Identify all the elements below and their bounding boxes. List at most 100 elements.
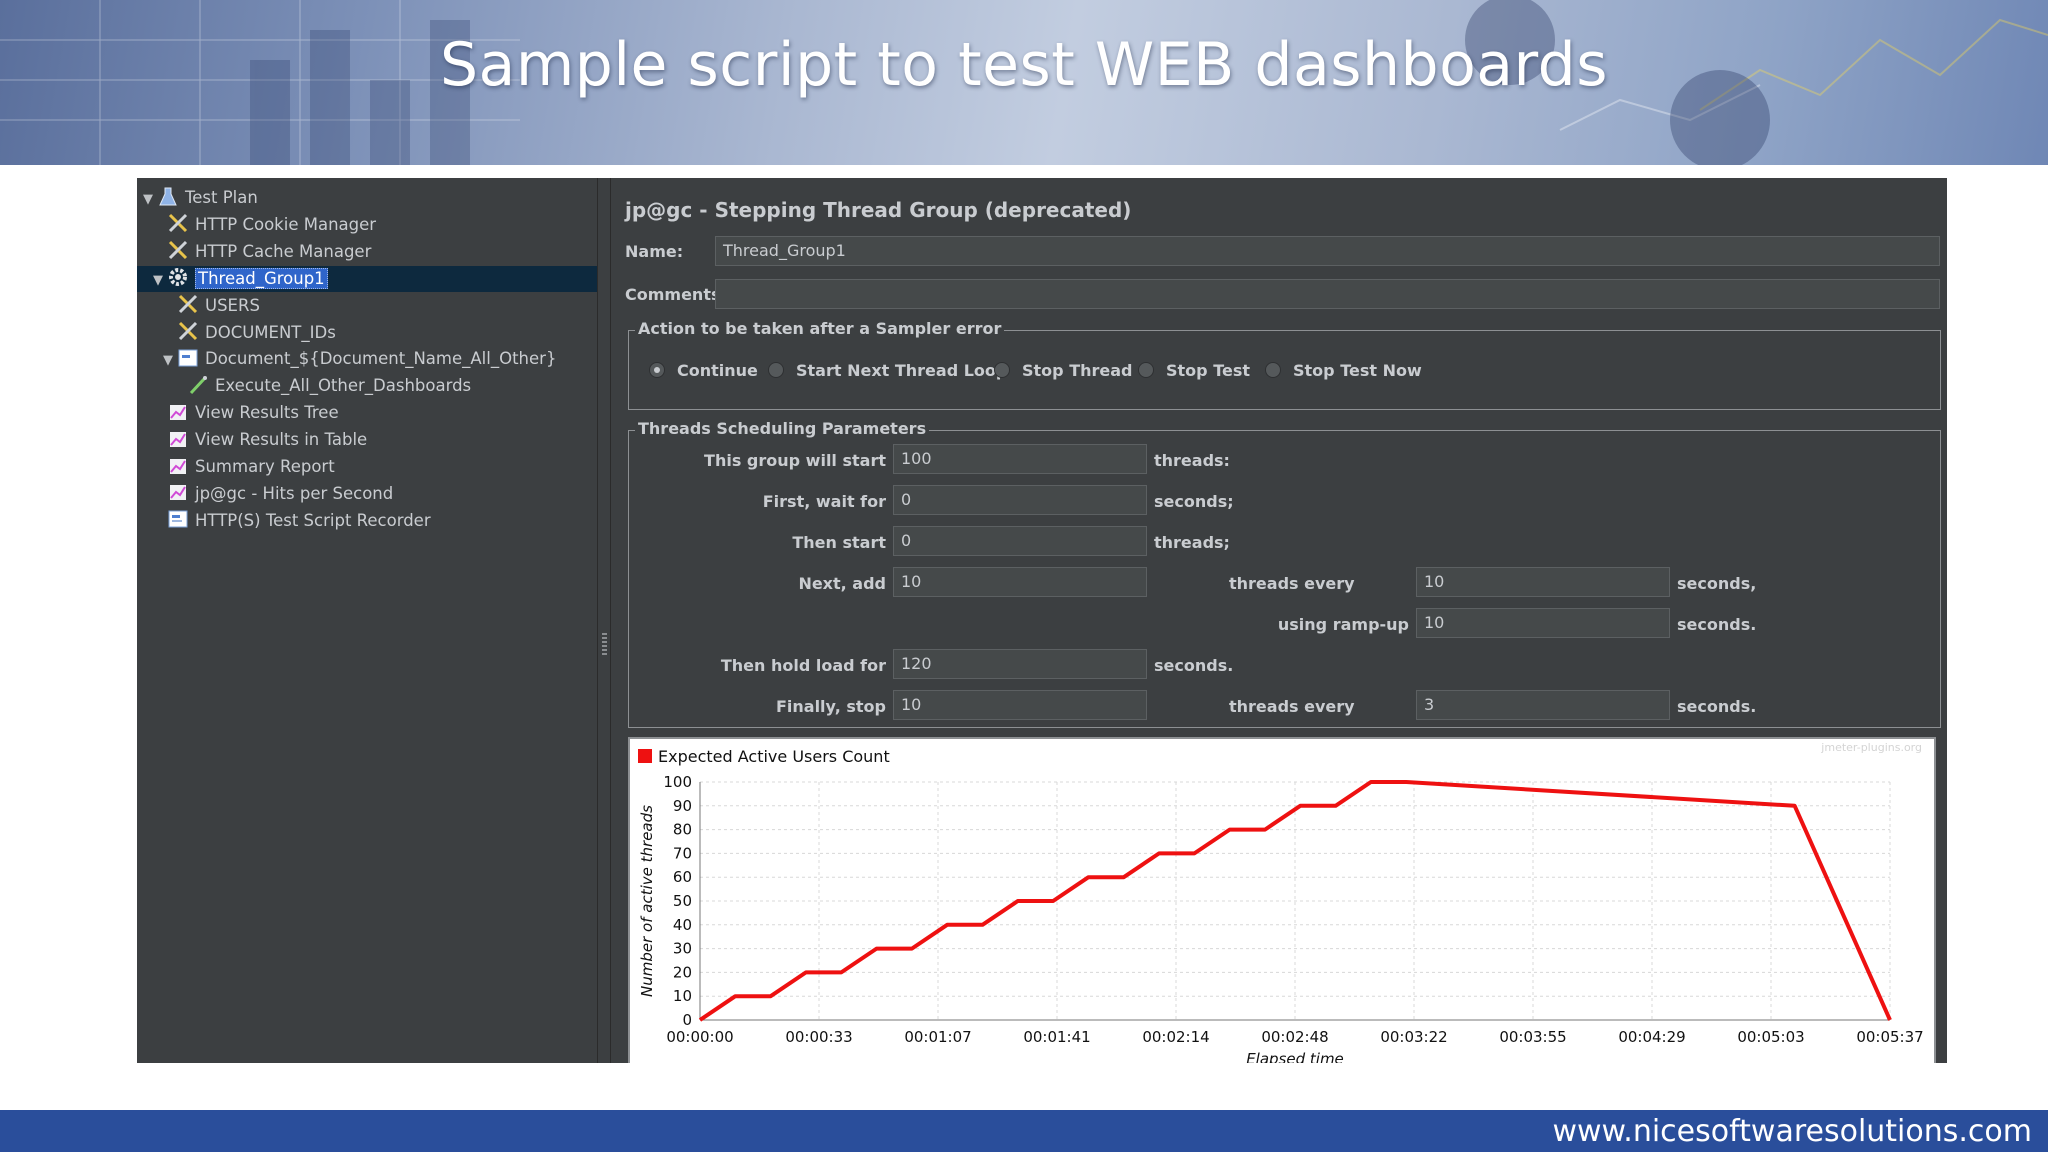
start-threads-field[interactable]: 100 bbox=[893, 444, 1147, 474]
x-tick-label: 00:02:48 bbox=[1261, 1028, 1328, 1046]
radio-dot[interactable] bbox=[768, 361, 784, 378]
hold-label: Then hold load for bbox=[720, 656, 886, 675]
tree-node-1[interactable]: HTTP Cookie Manager bbox=[137, 212, 597, 238]
x-tick-label: 00:01:41 bbox=[1023, 1028, 1090, 1046]
tree-node-3[interactable]: ▼ Thread_Group1 bbox=[137, 265, 597, 294]
scheduling-params-group-title: Threads Scheduling Parameters bbox=[635, 419, 930, 438]
radio-label: Start Next Thread Loop bbox=[796, 361, 1008, 380]
x-tick-label: 00:03:22 bbox=[1380, 1028, 1447, 1046]
tree-node-6[interactable]: ▼ Document_${Document_Name_All_Other} bbox=[137, 346, 597, 372]
tree-node-9[interactable]: View Results in Table bbox=[137, 427, 597, 453]
tree-node-label: Test Plan bbox=[185, 188, 258, 207]
pipette-icon bbox=[187, 374, 211, 396]
expand-arrow-icon[interactable]: ▼ bbox=[143, 187, 157, 213]
tree-node-0[interactable]: ▼ Test Plan bbox=[137, 185, 597, 211]
y-tick-label: 0 bbox=[682, 1011, 692, 1029]
tree-node-2[interactable]: HTTP Cache Manager bbox=[137, 239, 597, 265]
then-start-label: Then start bbox=[792, 533, 886, 552]
finally-stop-label: Finally, stop bbox=[775, 697, 886, 716]
finally-stop-field[interactable]: 10 bbox=[893, 690, 1147, 720]
controller-icon bbox=[177, 347, 201, 369]
radio-label: Stop Test Now bbox=[1293, 361, 1422, 380]
split-pane-divider[interactable] bbox=[597, 178, 611, 1063]
radio-label: Stop Thread bbox=[1022, 361, 1133, 380]
radio-dot[interactable] bbox=[994, 361, 1010, 378]
radio-stop-test[interactable]: Stop Test bbox=[1138, 359, 1250, 383]
x-tick-label: 00:04:29 bbox=[1618, 1028, 1685, 1046]
next-add-field[interactable]: 10 bbox=[893, 567, 1147, 597]
tree-node-4[interactable]: USERS bbox=[137, 293, 597, 319]
finally-stop-unit: seconds. bbox=[1677, 697, 1757, 716]
tree-node-label: Execute_All_Other_Dashboards bbox=[215, 376, 472, 396]
tree-node-10[interactable]: Summary Report bbox=[137, 454, 597, 480]
tools-icon bbox=[167, 212, 191, 234]
tree-node-11[interactable]: jp@gc - Hits per Second bbox=[137, 481, 597, 507]
y-tick-label: 50 bbox=[673, 892, 692, 910]
y-tick-label: 30 bbox=[673, 940, 692, 958]
tree-node-12[interactable]: HTTP(S) Test Script Recorder bbox=[137, 508, 597, 534]
sampler-error-group: Action to be taken after a Sampler error… bbox=[628, 319, 1941, 410]
tree-node-label: jp@gc - Hits per Second bbox=[195, 483, 394, 503]
x-tick-label: 00:05:03 bbox=[1737, 1028, 1804, 1046]
name-label: Name: bbox=[625, 242, 684, 261]
tree-node-label: HTTP(S) Test Script Recorder bbox=[195, 510, 431, 530]
x-tick-label: 00:00:33 bbox=[785, 1028, 852, 1046]
tree-node-label: View Results Tree bbox=[195, 403, 339, 423]
radio-dot[interactable] bbox=[1265, 361, 1281, 378]
x-axis-title: Elapsed time bbox=[1246, 1050, 1344, 1063]
next-add-unit: seconds, bbox=[1677, 574, 1757, 593]
tree-node-8[interactable]: View Results Tree bbox=[137, 400, 597, 426]
then-start-field[interactable]: 0 bbox=[893, 526, 1147, 556]
y-tick-label: 100 bbox=[663, 773, 692, 791]
slide-footer: www.nicesoftwaresolutions.com bbox=[0, 1110, 2048, 1152]
expand-arrow-icon[interactable]: ▼ bbox=[163, 348, 177, 374]
tree-node-label: View Results in Table bbox=[195, 430, 368, 450]
next-add-label: Next, add bbox=[798, 574, 886, 593]
y-tick-label: 80 bbox=[673, 821, 692, 839]
tools-icon bbox=[167, 239, 191, 261]
tree-node-label: Thread_Group1 bbox=[195, 267, 328, 289]
x-tick-label: 00:03:55 bbox=[1499, 1028, 1566, 1046]
slide-banner: Sample script to test WEB dashboards bbox=[0, 0, 2048, 165]
tree-node-5[interactable]: DOCUMENT_IDs bbox=[137, 320, 597, 346]
name-field[interactable]: Thread_Group1 bbox=[715, 236, 1940, 266]
then-start-unit: threads; bbox=[1154, 533, 1230, 552]
next-add-interval-field[interactable]: 10 bbox=[1416, 567, 1670, 597]
tree-node-label: HTTP Cookie Manager bbox=[195, 214, 377, 234]
start-unit: threads: bbox=[1154, 451, 1230, 470]
footer-url: www.nicesoftwaresolutions.com bbox=[1552, 1114, 2032, 1149]
y-tick-label: 60 bbox=[673, 868, 692, 886]
tools-icon bbox=[177, 293, 201, 315]
radio-start-next-thread-loop[interactable]: Start Next Thread Loop bbox=[768, 359, 1007, 383]
radio-label: Stop Test bbox=[1166, 361, 1250, 380]
ramp-up-unit: seconds. bbox=[1677, 615, 1757, 634]
comments-label: Comments: bbox=[625, 285, 727, 304]
radio-dot[interactable] bbox=[1138, 361, 1154, 378]
y-tick-label: 70 bbox=[673, 844, 692, 862]
radio-continue[interactable]: Continue bbox=[649, 359, 758, 383]
slide-title: Sample script to test WEB dashboards bbox=[439, 30, 1609, 100]
ramp-up-field[interactable]: 10 bbox=[1416, 608, 1670, 638]
hold-seconds-field[interactable]: 120 bbox=[893, 649, 1147, 679]
tree-node-7[interactable]: Execute_All_Other_Dashboards bbox=[137, 373, 597, 399]
radio-dot[interactable] bbox=[649, 361, 665, 378]
comments-field[interactable] bbox=[715, 279, 1940, 309]
expand-arrow-icon[interactable]: ▼ bbox=[153, 268, 167, 294]
divider-grip-icon[interactable] bbox=[602, 633, 607, 655]
y-tick-label: 40 bbox=[673, 916, 692, 934]
graph-icon bbox=[167, 481, 191, 503]
tree-node-label: Document_${Document_Name_All_Other} bbox=[205, 349, 557, 369]
flask-icon bbox=[157, 186, 181, 208]
finally-stop-interval-field[interactable]: 3 bbox=[1416, 690, 1670, 720]
x-tick-label: 00:02:14 bbox=[1142, 1028, 1209, 1046]
radio-stop-thread[interactable]: Stop Thread bbox=[994, 359, 1132, 383]
ramp-up-label: using ramp-up bbox=[1277, 615, 1409, 634]
next-add-mid-label: threads every bbox=[1229, 574, 1355, 593]
scheduling-params-group: Threads Scheduling Parameters This group… bbox=[628, 419, 1941, 728]
sampler-error-group-title: Action to be taken after a Sampler error bbox=[635, 319, 1005, 338]
y-axis-title: Number of active threads bbox=[638, 805, 656, 997]
wait-seconds-field[interactable]: 0 bbox=[893, 485, 1147, 515]
test-plan-tree: ▼ Test Plan HTTP Cookie Manager HTTP Cache … bbox=[137, 178, 597, 1063]
finally-stop-mid-label: threads every bbox=[1229, 697, 1355, 716]
radio-stop-test-now[interactable]: Stop Test Now bbox=[1265, 359, 1422, 383]
